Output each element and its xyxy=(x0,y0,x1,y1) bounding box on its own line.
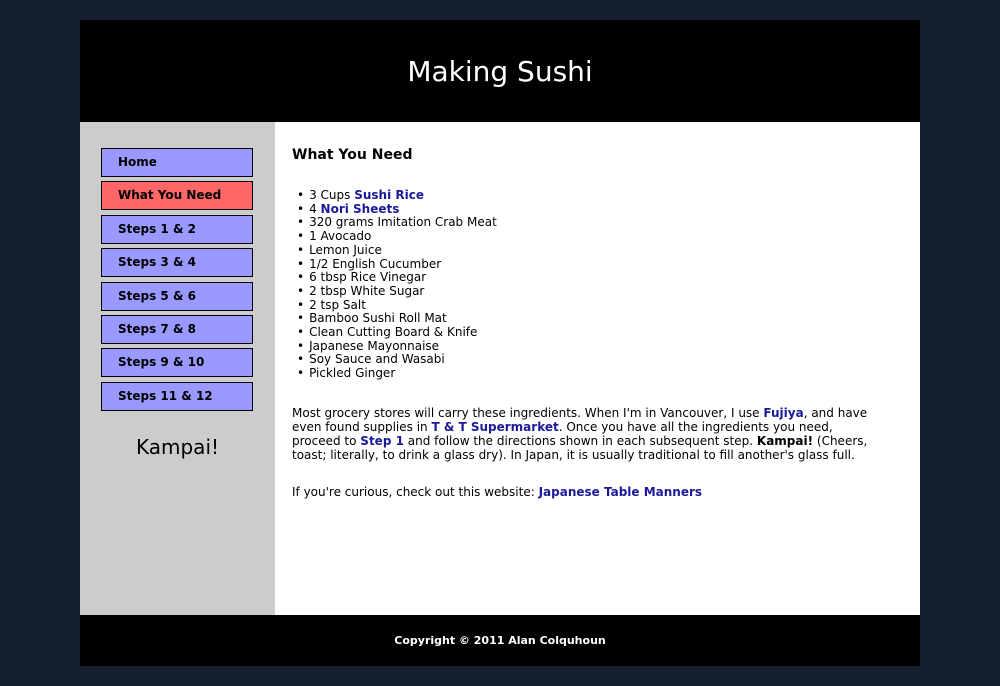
list-item: 4 Nori Sheets xyxy=(292,201,497,217)
step-1-link[interactable]: Step 1 xyxy=(360,434,404,448)
nori-sheets-link[interactable]: Nori Sheets xyxy=(321,202,400,216)
list-item: Lemon Juice xyxy=(292,243,497,258)
list-item: Soy Sauce and Wasabi xyxy=(292,353,497,367)
main-content: What You Need 3 Cups Sushi Rice 4 Nori S… xyxy=(275,122,920,615)
paragraph-text: and follow the directions shown in each … xyxy=(403,434,757,448)
list-item-text: 4 xyxy=(309,201,321,216)
paragraph-text: Most grocery stores will carry these ing… xyxy=(292,406,764,420)
list-item: 6 tbsp Rice Vinegar xyxy=(292,271,497,285)
nav-what-you-need[interactable]: What You Need xyxy=(101,181,253,210)
list-item: 320 grams Imitation Crab Meat xyxy=(292,216,497,230)
kampai-bold: Kampai! xyxy=(756,434,814,448)
list-item: Pickled Ginger xyxy=(292,366,497,381)
list-item: 1/2 English Cucumber xyxy=(292,257,497,272)
list-item: Japanese Mayonnaise xyxy=(292,339,497,354)
ingredients-list: 3 Cups Sushi Rice 4 Nori Sheets 320 gram… xyxy=(292,188,497,381)
site-footer: Copyright © 2011 Alan Colquhoun xyxy=(80,615,920,666)
sushi-rice-link[interactable]: Sushi Rice xyxy=(354,188,424,202)
list-item-text: 3 Cups xyxy=(309,188,355,202)
site-title: Making Sushi xyxy=(407,54,593,88)
copyright-text: Copyright © 2011 Alan Colquhoun xyxy=(394,634,606,647)
nav-steps-5-6[interactable]: Steps 5 & 6 xyxy=(101,282,253,311)
site-header: Making Sushi xyxy=(80,20,920,122)
page-container: Making Sushi Home What You Need Steps 1 … xyxy=(80,20,920,666)
page-heading: What You Need xyxy=(292,147,413,163)
sidebar: Home What You Need Steps 1 & 2 Steps 3 &… xyxy=(80,122,275,615)
sidebar-tagline: Kampai! xyxy=(135,435,220,459)
list-item: 2 tsp Salt xyxy=(292,298,497,313)
japanese-table-manners-link[interactable]: Japanese Table Manners xyxy=(539,485,702,499)
nav-home[interactable]: Home xyxy=(101,148,253,177)
list-item: 2 tbsp White Sugar xyxy=(292,284,497,299)
tt-supermarket-link[interactable]: T & T Supermarket xyxy=(431,420,558,434)
nav-steps-3-4[interactable]: Steps 3 & 4 xyxy=(101,248,253,277)
list-item: 3 Cups Sushi Rice xyxy=(292,188,497,203)
nav-steps-11-12[interactable]: Steps 11 & 12 xyxy=(101,382,253,411)
paragraph-text: If you're curious, check out this websit… xyxy=(292,485,539,499)
curious-paragraph: If you're curious, check out this websit… xyxy=(292,485,702,499)
nav-steps-1-2[interactable]: Steps 1 & 2 xyxy=(101,215,253,244)
fujiya-link[interactable]: Fujiya xyxy=(763,406,803,420)
nav-steps-7-8[interactable]: Steps 7 & 8 xyxy=(101,315,253,344)
list-item: Clean Cutting Board & Knife xyxy=(292,325,497,340)
nav-steps-9-10[interactable]: Steps 9 & 10 xyxy=(101,348,253,377)
list-item: 1 Avocado xyxy=(292,229,497,244)
ingredients-paragraph: Most grocery stores will carry these ing… xyxy=(292,406,882,462)
list-item: Bamboo Sushi Roll Mat xyxy=(292,312,497,326)
